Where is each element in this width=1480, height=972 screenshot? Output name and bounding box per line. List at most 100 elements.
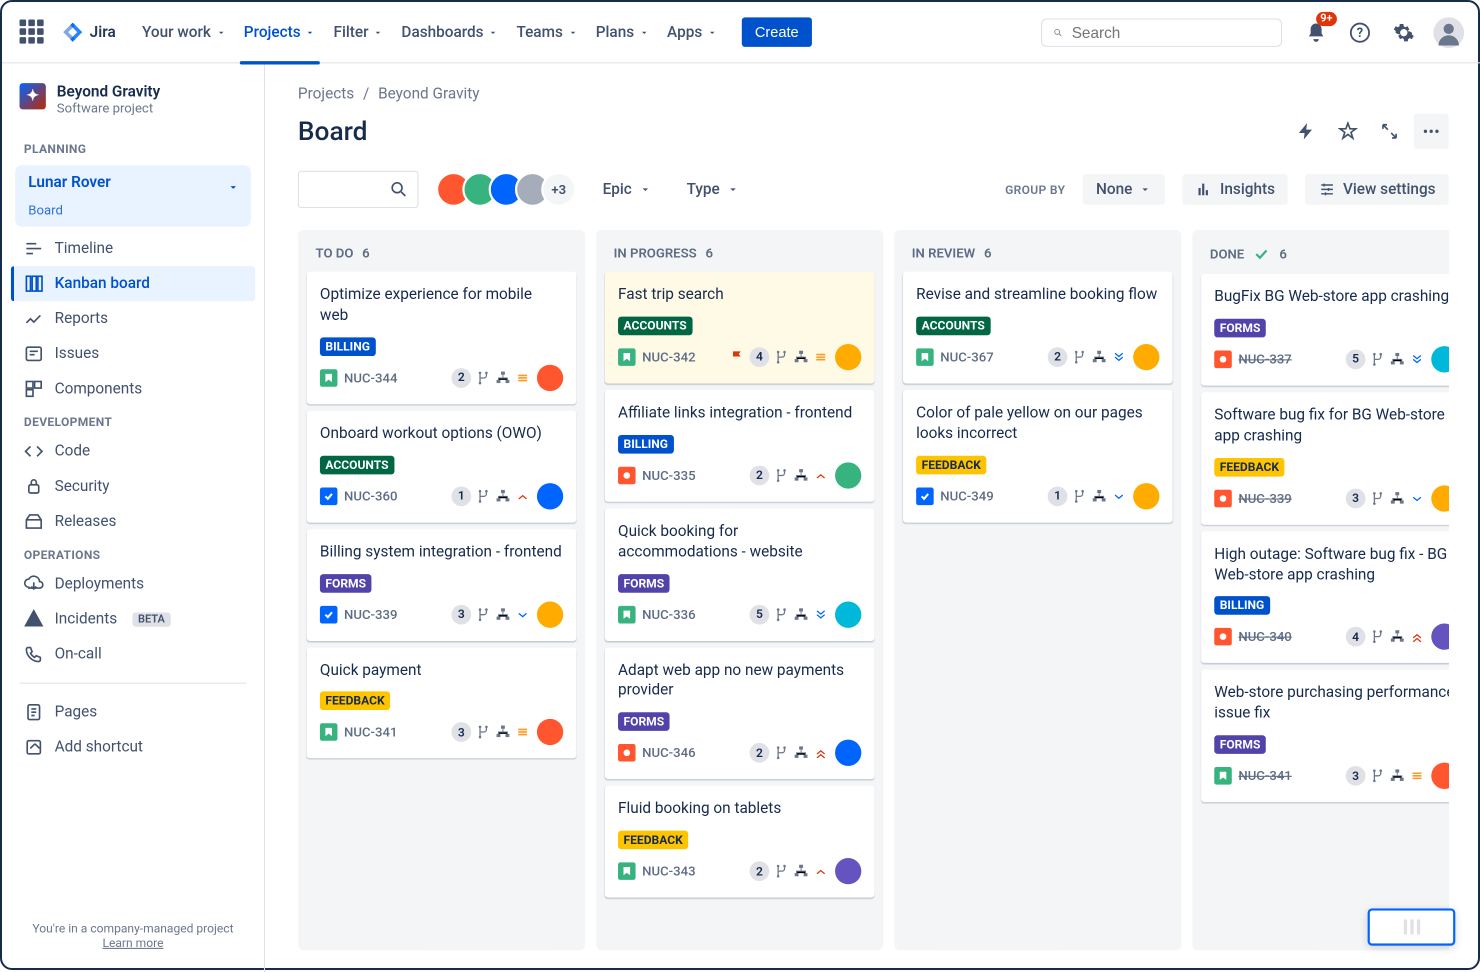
priority-icon: [813, 349, 828, 364]
story-points: 4: [749, 347, 769, 367]
card[interactable]: Web-store purchasing performance issue f…: [1201, 670, 1449, 802]
card[interactable]: Adapt web app no new payments providerFO…: [605, 647, 875, 779]
assignee-avatar[interactable]: [537, 719, 563, 745]
assignee-avatar[interactable]: [1133, 483, 1159, 509]
sidebar-item-security[interactable]: Security: [11, 469, 255, 504]
settings-icon[interactable]: [1390, 18, 1418, 46]
sidebar-board-selector[interactable]: Lunar Rover Board: [15, 165, 251, 226]
nav-filter[interactable]: Filter: [325, 15, 393, 50]
branch-icon: [774, 349, 789, 364]
column-header[interactable]: DONE6: [1201, 239, 1449, 274]
card[interactable]: Fluid booking on tabletsFEEDBACKNUC-3432: [605, 786, 875, 898]
sidebar-item-code[interactable]: Code: [11, 434, 255, 469]
nav-dashboards[interactable]: Dashboards: [393, 15, 508, 50]
sidebar-item-add-shortcut[interactable]: Add shortcut: [11, 730, 255, 765]
assignee-avatar[interactable]: [1431, 346, 1449, 372]
group-by-button[interactable]: None: [1083, 174, 1165, 205]
sidebar-item-pages[interactable]: Pages: [11, 695, 255, 730]
view-settings-button[interactable]: View settings: [1306, 174, 1449, 205]
sidebar-icon: [24, 239, 44, 259]
issue-key: NUC-341: [344, 725, 397, 740]
more-icon[interactable]: [1414, 114, 1449, 149]
assignee-avatar[interactable]: [537, 365, 563, 391]
sidebar-item-issues[interactable]: Issues: [11, 336, 255, 371]
column-header[interactable]: IN PROGRESS6: [605, 239, 875, 272]
card[interactable]: Revise and streamline booking flowACCOUN…: [903, 272, 1173, 384]
subtasks-icon: [1091, 349, 1106, 364]
issue-key: NUC-343: [642, 864, 695, 879]
create-button[interactable]: Create: [742, 17, 812, 47]
assignee-avatar[interactable]: [1431, 485, 1449, 511]
insights-button[interactable]: Insights: [1183, 174, 1288, 205]
jira-logo[interactable]: Jira: [61, 20, 116, 44]
card[interactable]: Optimize experience for mobile webBILLIN…: [307, 272, 577, 404]
search-input[interactable]: [1072, 23, 1270, 41]
card[interactable]: Quick paymentFEEDBACKNUC-3413: [307, 647, 577, 759]
column-header[interactable]: IN REVIEW6: [903, 239, 1173, 272]
automation-icon[interactable]: [1289, 114, 1324, 149]
assignee-avatar[interactable]: [537, 483, 563, 509]
assignee-avatar[interactable]: [1431, 763, 1449, 789]
sidebar-item-timeline[interactable]: Timeline: [11, 231, 255, 266]
fullscreen-icon[interactable]: [1372, 114, 1407, 149]
card[interactable]: Onboard workout options (OWO)ACCOUNTSNUC…: [307, 411, 577, 523]
breadcrumb-project[interactable]: Beyond Gravity: [378, 85, 479, 103]
card[interactable]: Billing system integration - frontendFOR…: [307, 529, 577, 641]
assignee-avatar[interactable]: [835, 740, 861, 766]
nav-apps[interactable]: Apps: [658, 15, 726, 50]
subtasks-icon: [495, 725, 510, 740]
board-search[interactable]: [298, 171, 419, 208]
help-icon[interactable]: ?: [1346, 18, 1374, 46]
subtasks-icon: [1390, 768, 1405, 783]
sliders-icon: [1319, 181, 1337, 199]
column-header[interactable]: TO DO6: [307, 239, 577, 272]
branch-icon: [1072, 349, 1087, 364]
avatar-more[interactable]: +3: [541, 172, 576, 207]
sidebar-item-components[interactable]: Components: [11, 371, 255, 406]
epic-badge: ACCOUNTS: [618, 316, 692, 335]
check-icon: [1253, 245, 1271, 263]
global-search[interactable]: [1041, 18, 1282, 46]
assignee-avatar[interactable]: [835, 344, 861, 370]
sidebar-item-reports[interactable]: Reports: [11, 301, 255, 336]
card[interactable]: Quick booking for accommodations - websi…: [605, 508, 875, 640]
breadcrumb-projects[interactable]: Projects: [298, 85, 354, 103]
priority-icon: [515, 488, 530, 503]
assignee-avatars[interactable]: +3: [436, 172, 576, 207]
nav-teams[interactable]: Teams: [508, 15, 587, 50]
sidebar-item-releases[interactable]: Releases: [11, 504, 255, 539]
sidebar-item-on-call[interactable]: On-call: [11, 637, 255, 672]
nav-your-work[interactable]: Your work: [133, 15, 235, 50]
assignee-avatar[interactable]: [835, 601, 861, 627]
card[interactable]: BugFix BG Web-store app crashingFORMSNUC…: [1201, 274, 1449, 386]
project-header[interactable]: ✦ Beyond Gravity Software project: [11, 83, 255, 133]
card[interactable]: Fast trip searchACCOUNTSNUC-3424: [605, 272, 875, 384]
card[interactable]: Color of pale yellow on our pages looks …: [903, 390, 1173, 522]
sidebar-item-incidents[interactable]: IncidentsBETA: [11, 602, 255, 637]
assignee-avatar[interactable]: [1133, 344, 1159, 370]
nav-plans[interactable]: Plans: [587, 15, 658, 50]
sidebar-item-deployments[interactable]: Deployments: [11, 566, 255, 601]
card[interactable]: Affiliate links integration - frontendBI…: [605, 390, 875, 502]
epic-badge: FORMS: [320, 574, 372, 593]
assignee-avatar[interactable]: [537, 601, 563, 627]
assignee-avatar[interactable]: [835, 462, 861, 488]
epic-filter[interactable]: Epic: [594, 174, 660, 205]
profile-avatar[interactable]: [1433, 17, 1464, 48]
assignee-avatar[interactable]: [1431, 624, 1449, 650]
star-icon[interactable]: [1330, 114, 1365, 149]
sidebar-item-kanban-board[interactable]: Kanban board: [11, 266, 255, 301]
card-title: Revise and streamline booking flow: [916, 285, 1159, 306]
column-to-do: TO DO6Optimize experience for mobile web…: [298, 230, 585, 950]
issue-type-icon: [618, 605, 636, 623]
type-filter[interactable]: Type: [678, 174, 748, 205]
card[interactable]: Software bug fix for BG Web-store app cr…: [1201, 392, 1449, 524]
nav-projects[interactable]: Projects: [235, 15, 325, 50]
card[interactable]: High outage: Software bug fix - BG Web-s…: [1201, 531, 1449, 663]
app-switcher-icon[interactable]: [20, 19, 46, 45]
feedback-widget[interactable]: [1368, 908, 1456, 945]
learn-more-link[interactable]: Learn more: [102, 936, 163, 950]
notifications-icon[interactable]: 9+: [1302, 18, 1330, 46]
assignee-avatar[interactable]: [835, 858, 861, 884]
priority-icon: [515, 370, 530, 385]
